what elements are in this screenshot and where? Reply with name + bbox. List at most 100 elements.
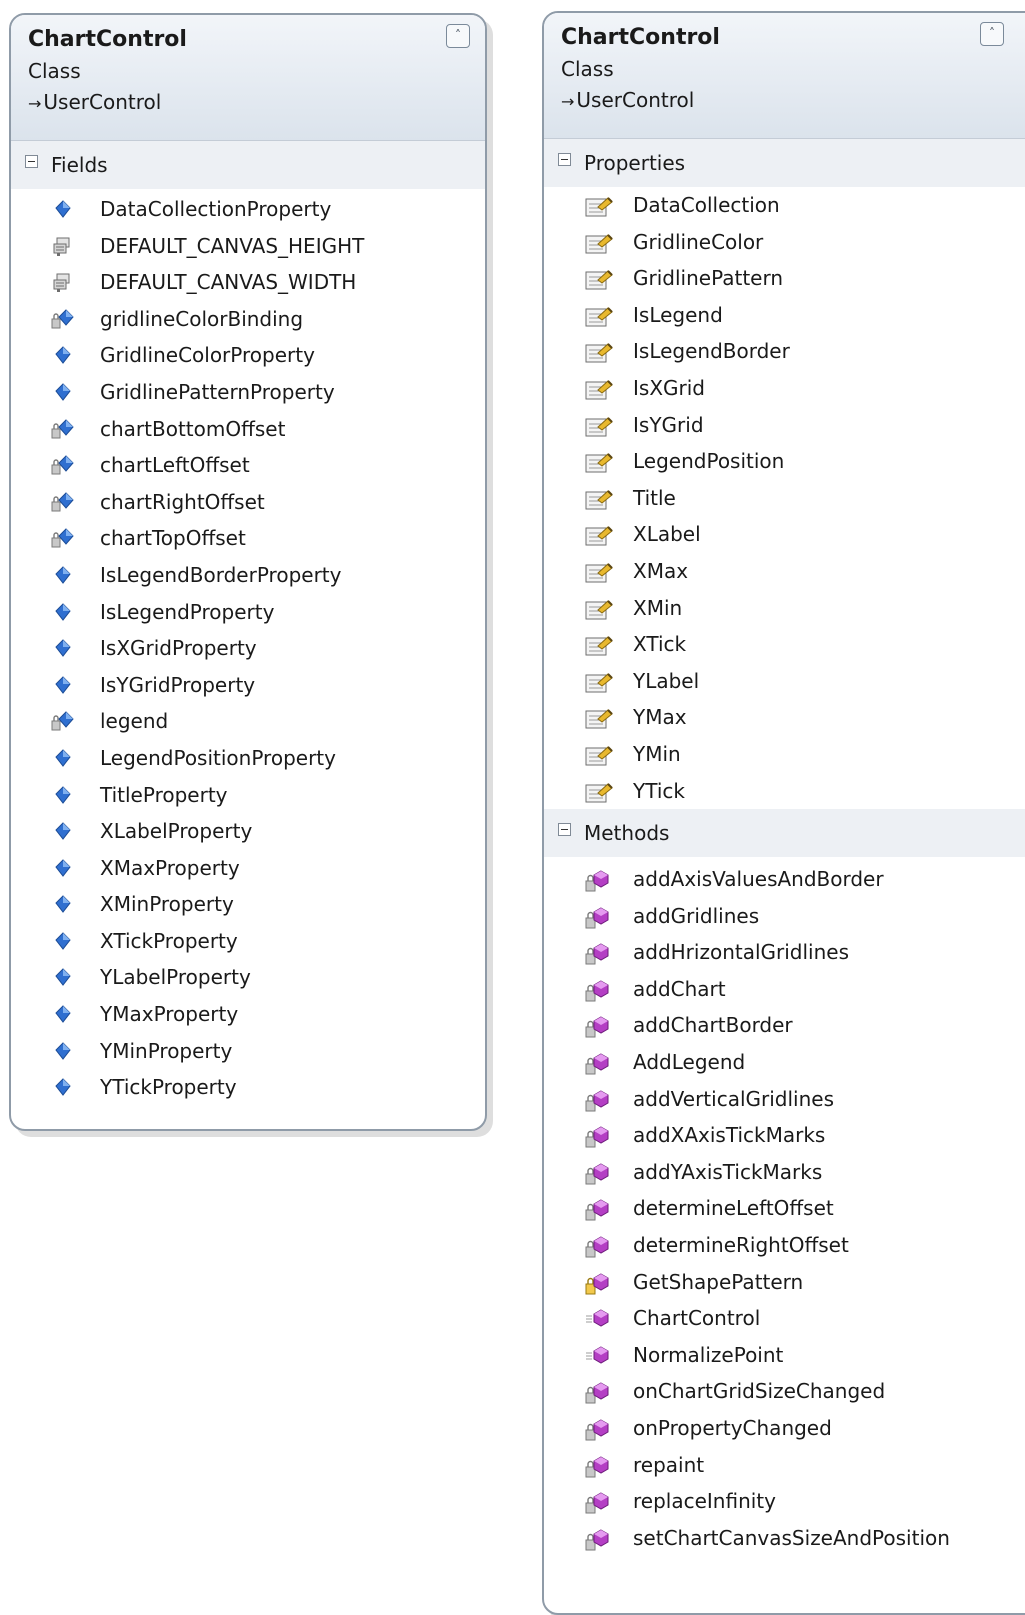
method-row[interactable]: addVerticalGridlines — [544, 1081, 1025, 1118]
property-row[interactable]: XTick — [544, 626, 1025, 663]
field-row[interactable]: DEFAULT_CANVAS_HEIGHT — [11, 228, 485, 265]
property-row[interactable]: GridlinePattern — [544, 260, 1025, 297]
property-row[interactable]: GridlineColor — [544, 224, 1025, 261]
public-field-icon — [51, 675, 75, 697]
collapse-section-icon[interactable] — [558, 153, 571, 166]
field-row[interactable]: TitleProperty — [11, 777, 485, 814]
property-row[interactable]: YMin — [544, 736, 1025, 773]
field-row[interactable]: XTickProperty — [11, 923, 485, 960]
method-row[interactable]: addXAxisTickMarks — [544, 1117, 1025, 1154]
method-row[interactable]: GetShapePattern — [544, 1264, 1025, 1301]
method-row[interactable]: addChartBorder — [544, 1007, 1025, 1044]
method-row[interactable]: onChartGridSizeChanged — [544, 1373, 1025, 1410]
method-row[interactable]: onPropertyChanged — [544, 1410, 1025, 1447]
section-methods[interactable]: Methods — [544, 809, 1025, 858]
class-shape-fields[interactable]: ChartControl Class → UserControl ˄ Fields… — [9, 13, 487, 1131]
field-row[interactable]: IsYGridProperty — [11, 667, 485, 704]
public-field-icon — [51, 199, 75, 221]
property-icon — [584, 561, 613, 583]
member-label: chartBottomOffset — [100, 416, 286, 441]
property-row[interactable]: LegendPosition — [544, 443, 1025, 480]
method-row[interactable]: repaint — [544, 1447, 1025, 1484]
property-row[interactable]: YLabel — [544, 663, 1025, 700]
method-row[interactable]: addYAxisTickMarks — [544, 1154, 1025, 1191]
member-label: IsLegendBorderProperty — [100, 562, 342, 587]
field-row[interactable]: gridlineColorBinding — [11, 301, 485, 338]
field-row[interactable]: chartTopOffset — [11, 520, 485, 557]
collapse-button[interactable]: ˄ — [980, 22, 1004, 46]
field-row[interactable]: LegendPositionProperty — [11, 740, 485, 777]
member-label: XTick — [633, 632, 687, 657]
field-row[interactable]: DataCollectionProperty — [11, 191, 485, 228]
field-row[interactable]: XMinProperty — [11, 886, 485, 923]
property-row[interactable]: XLabel — [544, 516, 1025, 553]
property-icon — [584, 378, 613, 400]
method-row[interactable]: addHrizontalGridlines — [544, 934, 1025, 971]
member-label: addAxisValuesAndBorder — [633, 867, 884, 892]
field-row[interactable]: XLabelProperty — [11, 813, 485, 850]
field-row[interactable]: GridlinePatternProperty — [11, 374, 485, 411]
member-label: chartTopOffset — [100, 526, 246, 551]
base-class-name: UserControl — [43, 90, 162, 114]
property-row[interactable]: IsXGrid — [544, 370, 1025, 407]
property-row[interactable]: IsLegendBorder — [544, 333, 1025, 370]
collapse-section-icon[interactable] — [558, 823, 571, 837]
public-field-icon — [51, 748, 75, 770]
method-row[interactable]: NormalizePoint — [544, 1337, 1025, 1374]
section-properties[interactable]: Properties — [544, 139, 1025, 187]
property-row[interactable]: DataCollection — [544, 187, 1025, 224]
field-row[interactable]: chartLeftOffset — [11, 447, 485, 484]
method-row[interactable]: replaceInfinity — [544, 1483, 1025, 1520]
field-row[interactable]: GridlineColorProperty — [11, 337, 485, 374]
field-row[interactable]: YTickProperty — [11, 1069, 485, 1106]
property-row[interactable]: XMin — [544, 590, 1025, 627]
method-row[interactable]: addChart — [544, 971, 1025, 1008]
property-row[interactable]: XMax — [544, 553, 1025, 590]
method-row[interactable]: ChartControl — [544, 1300, 1025, 1337]
class-name: ChartControl — [28, 27, 187, 52]
class-shape-members[interactable]: ChartControl Class → UserControl ˄ Proper… — [542, 11, 1025, 1615]
field-row[interactable]: chartBottomOffset — [11, 411, 485, 448]
public-field-icon — [51, 382, 75, 404]
collapse-section-icon[interactable] — [25, 155, 38, 168]
field-row[interactable]: IsLegendBorderProperty — [11, 557, 485, 594]
class-header[interactable]: ChartControl Class → UserControl ˄ — [11, 15, 485, 141]
field-row[interactable]: YMaxProperty — [11, 996, 485, 1033]
property-row[interactable]: YTick — [544, 773, 1025, 810]
method-row[interactable]: addAxisValuesAndBorder — [544, 861, 1025, 898]
property-row[interactable]: IsLegend — [544, 297, 1025, 334]
base-class-name: UserControl — [576, 88, 695, 112]
field-row[interactable]: chartRightOffset — [11, 484, 485, 521]
class-kind: Class — [561, 57, 614, 81]
member-label: XLabel — [633, 522, 701, 547]
member-label: XLabelProperty — [100, 819, 253, 844]
method-row[interactable]: determineRightOffset — [544, 1227, 1025, 1264]
class-header[interactable]: ChartControl Class → UserControl ˄ — [544, 13, 1025, 139]
member-label: Title — [633, 485, 676, 510]
protected-method-icon — [584, 1272, 609, 1295]
field-row[interactable]: legend — [11, 703, 485, 740]
field-row[interactable]: YLabelProperty — [11, 959, 485, 996]
method-row[interactable]: determineLeftOffset — [544, 1190, 1025, 1227]
property-row[interactable]: YMax — [544, 699, 1025, 736]
field-row[interactable]: YMinProperty — [11, 1033, 485, 1070]
method-row[interactable]: AddLegend — [544, 1044, 1025, 1081]
member-label: addHrizontalGridlines — [633, 940, 850, 965]
public-field-icon — [51, 1077, 75, 1099]
member-label: determineRightOffset — [633, 1233, 849, 1258]
property-row[interactable]: Title — [544, 480, 1025, 517]
private-method-icon — [584, 1089, 609, 1112]
field-row[interactable]: DEFAULT_CANVAS_WIDTH — [11, 264, 485, 301]
field-row[interactable]: IsLegendProperty — [11, 594, 485, 631]
method-row[interactable]: addGridlines — [544, 898, 1025, 935]
field-row[interactable]: IsXGridProperty — [11, 630, 485, 667]
constant-icon — [51, 236, 75, 258]
method-row[interactable]: setChartCanvasSizeAndPosition — [544, 1520, 1025, 1557]
property-row[interactable]: IsYGrid — [544, 407, 1025, 444]
section-fields[interactable]: Fields — [11, 141, 485, 189]
field-row[interactable]: XMaxProperty — [11, 850, 485, 887]
member-label: IsLegendProperty — [100, 599, 275, 624]
private-method-icon — [584, 1015, 609, 1038]
member-label: IsXGrid — [633, 375, 705, 400]
collapse-button[interactable]: ˄ — [446, 24, 470, 48]
